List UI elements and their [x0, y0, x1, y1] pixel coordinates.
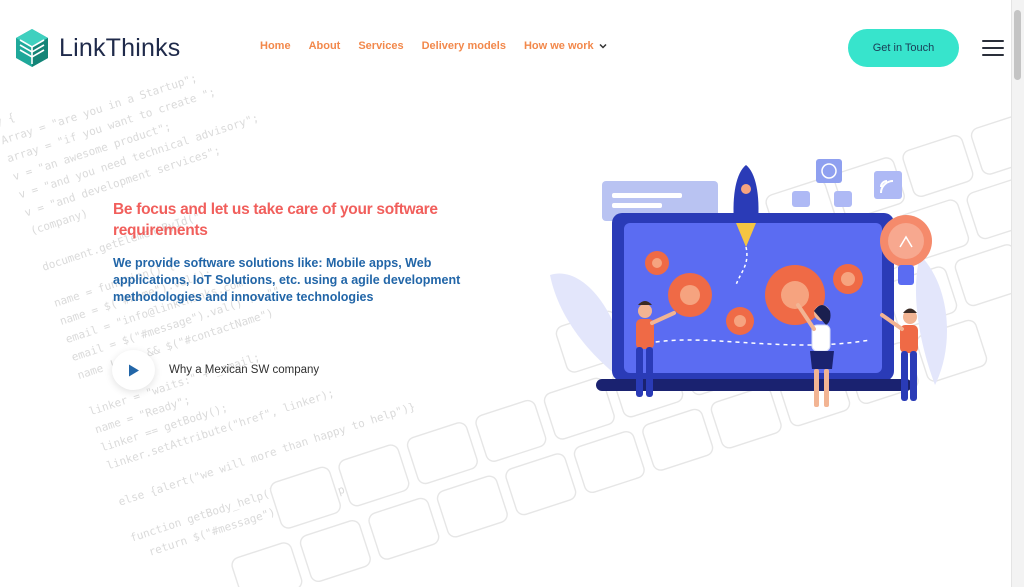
- hero-title: Be focus and let us take care of your so…: [113, 201, 438, 239]
- scrollbar-thumb[interactable]: [1014, 10, 1021, 80]
- chevron-down-icon: [599, 43, 607, 49]
- nav-item-home[interactable]: Home: [260, 40, 291, 52]
- hero-illustration: [550, 159, 947, 407]
- background-code-line: function getBody_help() {: [115, 481, 291, 549]
- cube-logo-icon: [16, 29, 48, 67]
- play-icon: [128, 364, 139, 376]
- nav-item-how-we-work[interactable]: How we work: [524, 40, 607, 52]
- nav-item-how-we-work-label: How we work: [523, 40, 594, 52]
- get-in-touch-button[interactable]: Get in Touch: [848, 29, 959, 67]
- brand-logo-link[interactable]: LinkThinks: [14, 28, 181, 68]
- brand-name: LinkThinks: [59, 33, 181, 62]
- background-code-line: [109, 386, 514, 534]
- nav-item-services[interactable]: Services: [358, 40, 403, 52]
- nav-item-delivery-models[interactable]: Delivery models: [422, 40, 506, 52]
- main-nav: Home About Services Delivery models How …: [260, 40, 607, 52]
- site-header: LinkThinks Home About Services Delivery …: [0, 0, 1011, 96]
- nav-item-about[interactable]: About: [309, 40, 341, 52]
- video-link-label: Why a Mexican SW company: [169, 364, 320, 376]
- background-code-line: return $("#message").val() + "p";: [121, 478, 359, 567]
- hero-subtitle: We provide software solutions like: Mobi…: [113, 256, 461, 304]
- video-link[interactable]: Why a Mexican SW company: [112, 350, 319, 390]
- play-button[interactable]: [112, 350, 155, 390]
- hamburger-menu-icon[interactable]: [982, 40, 1004, 56]
- page-scrollbar[interactable]: [1011, 0, 1024, 587]
